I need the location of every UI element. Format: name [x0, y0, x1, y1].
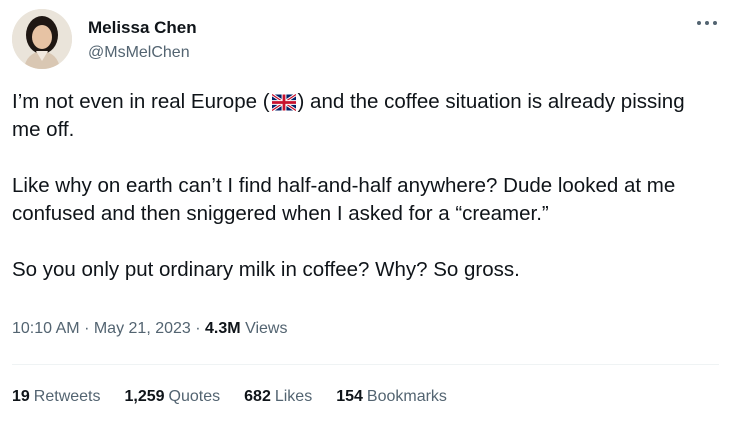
more-dot	[713, 21, 717, 25]
user-handle[interactable]: @MsMelChen	[88, 42, 197, 64]
display-name[interactable]: Melissa Chen	[88, 17, 197, 39]
quotes-label: Quotes	[168, 388, 221, 405]
avatar[interactable]	[12, 9, 72, 69]
divider	[12, 364, 719, 365]
likes-label: Likes	[274, 388, 313, 405]
views-count: 4.3M	[205, 320, 241, 337]
meta-separator: ·	[195, 320, 201, 337]
tweet-paragraph-1: I’m not even in real Europe ( ) and the …	[12, 88, 712, 144]
tweet-date[interactable]: May 21, 2023	[94, 320, 191, 337]
tweet-paragraph-3: So you only put ordinary milk in coffee?…	[12, 258, 520, 281]
more-horizontal-icon[interactable]	[695, 14, 719, 32]
views-label: Views	[245, 320, 288, 337]
tweet-header: Melissa Chen @MsMelChen	[12, 9, 197, 69]
retweets-count: 19	[12, 388, 30, 405]
likes-count: 682	[244, 388, 271, 405]
bookmarks-stat[interactable]: 154 Bookmarks	[336, 386, 447, 408]
bookmarks-label: Bookmarks	[366, 388, 447, 405]
retweets-stat[interactable]: 19 Retweets	[12, 386, 101, 408]
author-names: Melissa Chen @MsMelChen	[88, 17, 197, 64]
tweet-meta: 10:10 AM · May 21, 2023 · 4.3M Views	[12, 318, 287, 340]
quotes-count: 1,259	[124, 388, 165, 405]
uk-flag-icon	[271, 94, 296, 111]
quotes-stat[interactable]: 1,259 Quotes	[125, 386, 221, 408]
avatar-image	[12, 9, 72, 69]
tweet-time[interactable]: 10:10 AM	[12, 320, 80, 337]
more-dot	[705, 21, 709, 25]
bookmarks-count: 154	[336, 388, 363, 405]
tweet-paragraph-2: Like why on earth can’t I find half-and-…	[12, 174, 676, 225]
tweet-text-segment: I’m not even in real Europe (	[12, 90, 270, 113]
more-dot	[697, 21, 701, 25]
tweet-card: Melissa Chen @MsMelChen I’m not even in …	[0, 0, 731, 428]
tweet-text: I’m not even in real Europe ( ) and the …	[12, 88, 712, 284]
likes-stat[interactable]: 682 Likes	[244, 386, 312, 408]
retweets-label: Retweets	[33, 388, 101, 405]
meta-separator: ·	[84, 320, 90, 337]
tweet-stats: 19 Retweets 1,259 Quotes 682 Likes 154 Bookm…	[12, 386, 471, 408]
